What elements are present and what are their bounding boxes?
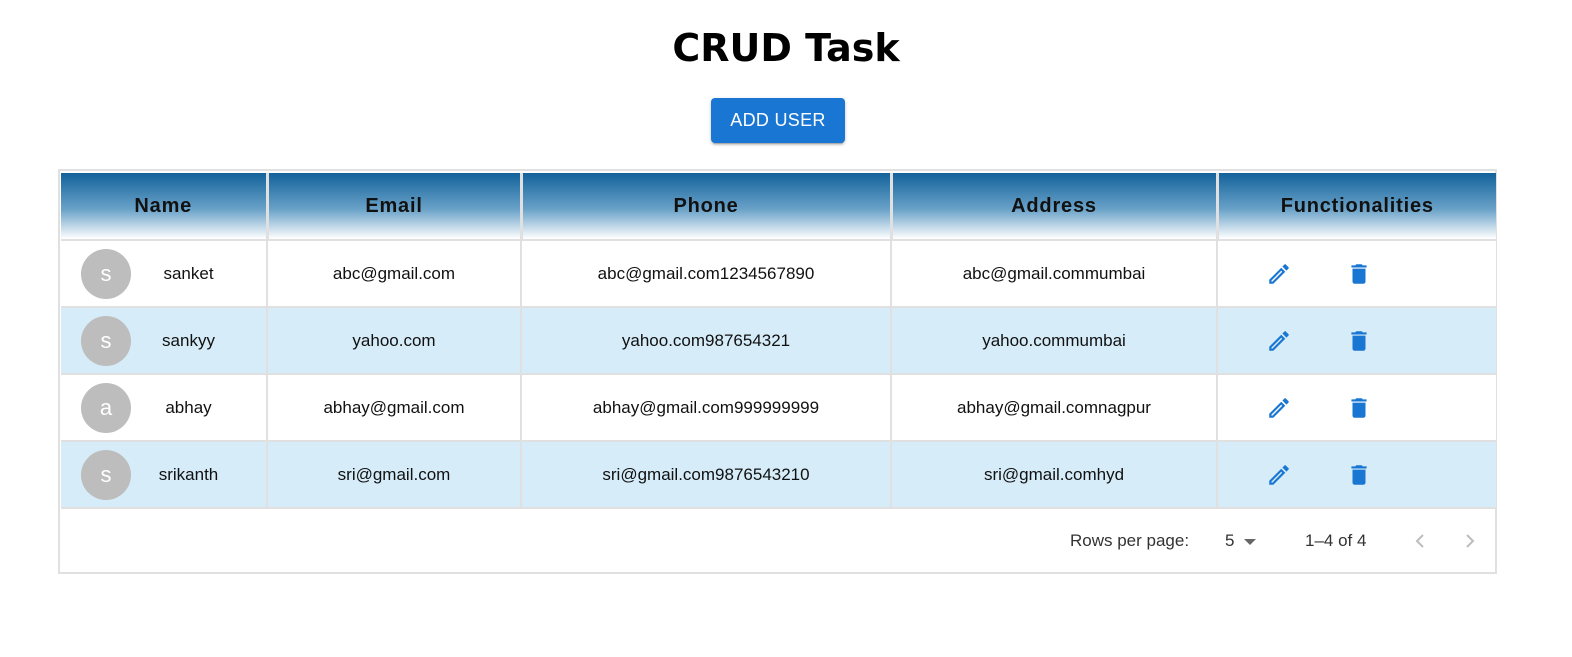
pencil-icon bbox=[1269, 330, 1289, 351]
avatar: s bbox=[81, 248, 131, 299]
user-name: sanket bbox=[163, 263, 214, 283]
pencil-icon bbox=[1269, 397, 1289, 418]
phone-cell: abhay@gmail.com999999999 bbox=[521, 374, 892, 442]
name-cell: s sanket bbox=[61, 240, 268, 308]
caret-down-icon bbox=[1244, 539, 1257, 545]
email-cell: yahoo.com bbox=[267, 307, 522, 375]
delete-button[interactable] bbox=[1344, 393, 1374, 423]
table-pagination: Rows per page: 5 1–4 of 4 bbox=[60, 509, 1495, 573]
pagination-range: 1–4 of 4 bbox=[1305, 531, 1367, 550]
actions-cell bbox=[1217, 240, 1496, 308]
trash-icon bbox=[1351, 464, 1367, 485]
trash-icon bbox=[1351, 330, 1367, 351]
delete-button[interactable] bbox=[1344, 259, 1374, 289]
rows-per-page-label: Rows per page: bbox=[1070, 531, 1190, 550]
avatar: a bbox=[81, 382, 131, 433]
users-table-container: Name Email Phone Address Functionalities… bbox=[58, 169, 1497, 574]
column-header-name: Name bbox=[61, 173, 269, 241]
column-header-address: Address bbox=[891, 173, 1219, 241]
name-cell: a abhay bbox=[61, 374, 268, 442]
email-cell: sri@gmail.com bbox=[267, 441, 522, 509]
pencil-icon bbox=[1269, 263, 1289, 284]
user-name: abhay bbox=[165, 397, 212, 417]
name-cell: s sankyy bbox=[61, 307, 268, 375]
edit-button[interactable] bbox=[1264, 460, 1294, 490]
phone-cell: yahoo.com987654321 bbox=[521, 307, 892, 375]
column-header-phone: Phone bbox=[521, 173, 893, 241]
previous-page-button[interactable] bbox=[1405, 526, 1435, 556]
phone-cell: abc@gmail.com1234567890 bbox=[521, 240, 892, 308]
trash-icon bbox=[1351, 397, 1367, 418]
page-title: CRUD Task bbox=[672, 26, 900, 70]
column-header-email: Email bbox=[267, 173, 523, 241]
avatar: s bbox=[81, 315, 131, 366]
column-header-functionalities: Functionalities bbox=[1217, 173, 1496, 241]
address-cell: sri@gmail.comhyd bbox=[891, 441, 1218, 509]
user-name: srikanth bbox=[158, 464, 219, 484]
user-name: sankyy bbox=[162, 330, 215, 350]
users-table: Name Email Phone Address Functionalities… bbox=[61, 173, 1496, 509]
table-row: a abhay abhay@gmail.com abhay@gmail.com9… bbox=[61, 374, 1496, 442]
pencil-icon bbox=[1269, 464, 1289, 485]
delete-button[interactable] bbox=[1344, 460, 1374, 490]
email-cell: abhay@gmail.com bbox=[267, 374, 522, 442]
rows-per-page-value: 5 bbox=[1225, 531, 1235, 550]
rows-per-page-select[interactable]: 5 bbox=[1225, 531, 1257, 551]
address-cell: yahoo.commumbai bbox=[891, 307, 1218, 375]
table-row: s sanket abc@gmail.com abc@gmail.com1234… bbox=[61, 240, 1496, 308]
table-header-row: Name Email Phone Address Functionalities bbox=[61, 173, 1496, 241]
edit-button[interactable] bbox=[1264, 326, 1294, 356]
trash-icon bbox=[1351, 263, 1367, 284]
add-user-button[interactable]: ADD USER bbox=[711, 98, 845, 143]
phone-cell: sri@gmail.com9876543210 bbox=[521, 441, 892, 509]
actions-cell bbox=[1217, 441, 1496, 509]
actions-cell bbox=[1217, 307, 1496, 375]
edit-button[interactable] bbox=[1264, 393, 1294, 423]
table-row: s srikanth sri@gmail.com sri@gmail.com98… bbox=[61, 441, 1496, 509]
table-row: s sankyy yahoo.com yahoo.com987654321 ya… bbox=[61, 307, 1496, 375]
name-cell: s srikanth bbox=[61, 441, 268, 509]
chevron-right-icon bbox=[1466, 534, 1475, 548]
chevron-left-icon bbox=[1415, 534, 1424, 548]
delete-button[interactable] bbox=[1344, 326, 1374, 356]
address-cell: abc@gmail.commumbai bbox=[891, 240, 1218, 308]
edit-button[interactable] bbox=[1264, 259, 1294, 289]
email-cell: abc@gmail.com bbox=[267, 240, 522, 308]
address-cell: abhay@gmail.comnagpur bbox=[891, 374, 1218, 442]
avatar: s bbox=[81, 449, 131, 500]
next-page-button[interactable] bbox=[1455, 526, 1485, 556]
actions-cell bbox=[1217, 374, 1496, 442]
